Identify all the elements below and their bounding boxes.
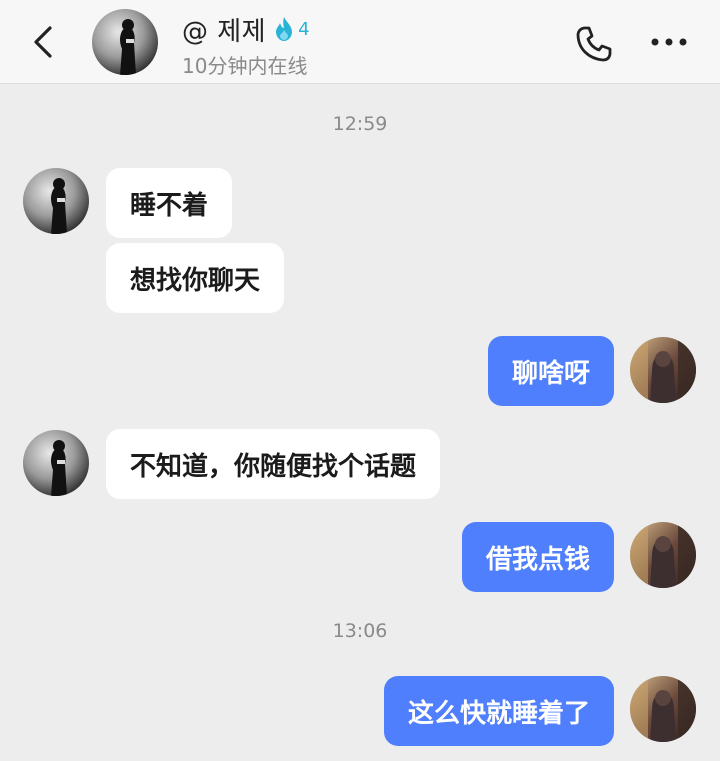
message-text: 睡不着	[130, 190, 209, 221]
message-text: 这么快就睡着了	[407, 698, 590, 729]
message-bubble-outgoing[interactable]: 这么快就睡着了	[383, 676, 614, 746]
my-avatar[interactable]	[630, 676, 696, 742]
message-bubble-outgoing[interactable]: 借我点钱	[461, 522, 614, 592]
streak-count: 4	[298, 18, 310, 40]
message-bubble-incoming[interactable]: 睡不着	[106, 168, 233, 238]
message-bubble-incoming[interactable]: 想找你聊天	[106, 243, 285, 313]
message-text: 不知道，你随便找个话题	[130, 451, 417, 482]
message-text: 想找你聊天	[130, 265, 261, 296]
contact-avatar[interactable]	[23, 168, 89, 234]
chat-header: @ 제제 4 10分钟内在线	[0, 0, 720, 84]
contact-name: @ 제제	[182, 16, 267, 47]
timestamp: 13:06	[332, 620, 388, 642]
phone-icon[interactable]	[574, 24, 614, 64]
contact-avatar[interactable]	[23, 430, 89, 496]
contact-avatar[interactable]	[92, 9, 158, 75]
chat-screen: @ 제제 4 10分钟内在线 12:59 睡不着 想找你聊天 聊啥呀 不知道，你…	[0, 0, 720, 761]
contact-name-row[interactable]: @ 제제 4	[182, 12, 310, 47]
my-avatar[interactable]	[630, 337, 696, 403]
timestamp: 12:59	[332, 113, 388, 135]
my-avatar[interactable]	[630, 522, 696, 588]
online-status: 10分钟内在线	[182, 54, 308, 78]
message-bubble-outgoing[interactable]: 聊啥呀	[487, 336, 614, 406]
message-text: 借我点钱	[485, 544, 590, 575]
message-text: 聊啥呀	[511, 358, 590, 389]
flame-icon	[276, 17, 293, 41]
chevron-left-icon[interactable]	[28, 24, 62, 60]
more-dots-icon[interactable]	[648, 30, 690, 54]
message-bubble-incoming[interactable]: 不知道，你随便找个话题	[106, 429, 441, 499]
